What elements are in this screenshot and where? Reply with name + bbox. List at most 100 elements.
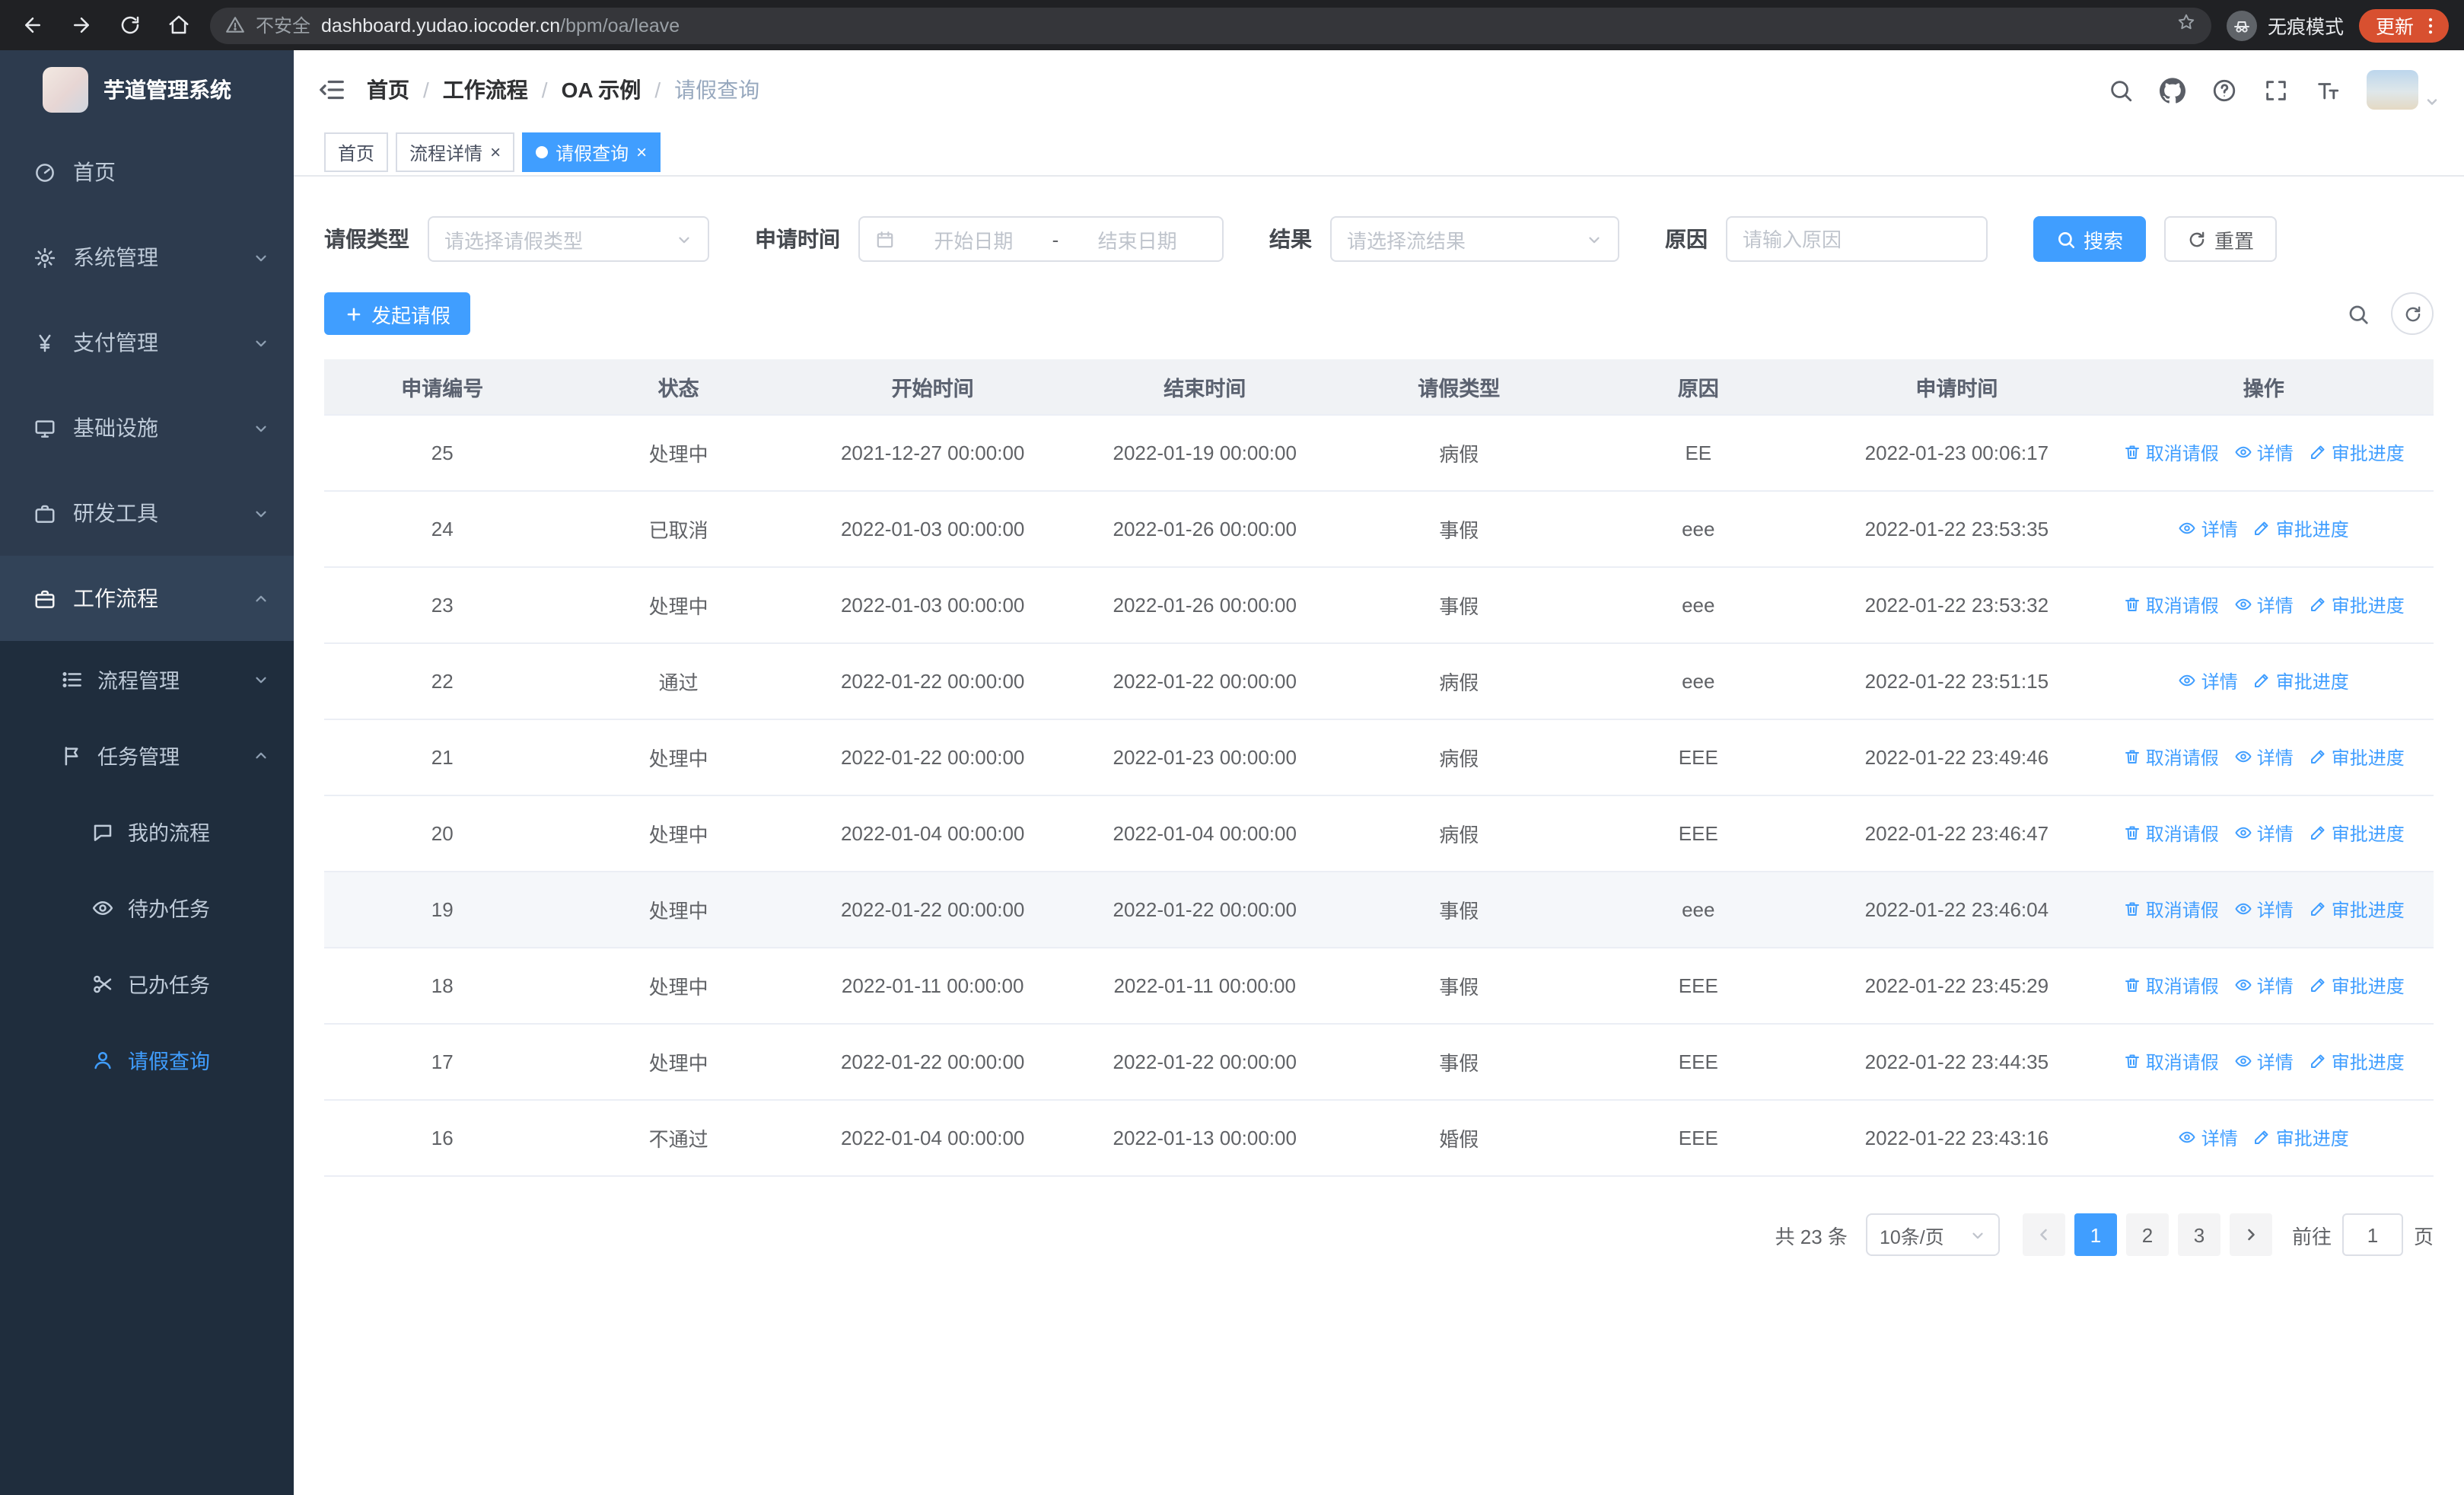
- sidebar-item-process-mgmt[interactable]: 流程管理: [0, 641, 294, 717]
- close-icon[interactable]: [636, 143, 647, 161]
- table-search-button[interactable]: [2347, 302, 2370, 325]
- table-row: 19 处理中 2022-01-22 00:00:00 2022-01-22 00:00…: [324, 872, 2434, 948]
- detail-link[interactable]: 详情: [2179, 516, 2238, 542]
- sidebar-toggle-button[interactable]: [318, 76, 345, 104]
- next-page-button[interactable]: [2229, 1213, 2272, 1256]
- detail-link[interactable]: 详情: [2234, 592, 2294, 618]
- goto-page-input[interactable]: [2341, 1213, 2403, 1256]
- breadcrumb-item-oa-example[interactable]: OA 示例: [562, 75, 641, 105]
- reason-input[interactable]: [1726, 216, 1988, 262]
- detail-link[interactable]: 详情: [2234, 440, 2294, 466]
- detail-link[interactable]: 详情: [2234, 744, 2294, 770]
- sidebar-item-home[interactable]: 首页: [0, 129, 294, 215]
- reset-button[interactable]: 重置: [2164, 216, 2278, 262]
- cancel-leave-link[interactable]: 取消请假: [2123, 592, 2219, 618]
- back-button[interactable]: [15, 8, 49, 42]
- edit-icon: [2255, 522, 2269, 536]
- app-logo-row[interactable]: 芋道管理系统: [0, 50, 294, 129]
- tag-leave-query[interactable]: 请假查询: [522, 132, 661, 172]
- bookmark-star-button[interactable]: [2176, 11, 2196, 39]
- fullscreen-button[interactable]: [2263, 77, 2289, 103]
- tag-home[interactable]: 首页: [324, 132, 389, 172]
- approval-progress-link[interactable]: 审批进度: [2309, 1049, 2405, 1075]
- cell-status: 已取消: [560, 491, 797, 568]
- detail-link[interactable]: 详情: [2234, 1049, 2294, 1075]
- cancel-leave-link[interactable]: 取消请假: [2123, 440, 2219, 466]
- approval-progress-link[interactable]: 审批进度: [2309, 440, 2405, 466]
- page-button-3[interactable]: 3: [2177, 1213, 2220, 1256]
- detail-link[interactable]: 详情: [2234, 821, 2294, 846]
- sidebar-item-leave-query[interactable]: 请假查询: [0, 1022, 294, 1098]
- sidebar-item-payment-mgmt[interactable]: 支付管理: [0, 300, 294, 385]
- sidebar-item-dev-tools[interactable]: 研发工具: [0, 470, 294, 556]
- fullscreen-icon: [2266, 80, 2286, 100]
- create-leave-button[interactable]: 发起请假: [324, 292, 471, 335]
- update-button[interactable]: 更新: [2358, 8, 2449, 42]
- chevron-down-icon: [253, 334, 269, 351]
- close-icon[interactable]: [490, 143, 501, 161]
- sidebar-item-infrastructure[interactable]: 基础设施: [0, 385, 294, 470]
- sidebar-item-my-process[interactable]: 我的流程: [0, 793, 294, 869]
- approval-progress-link[interactable]: 审批进度: [2309, 897, 2405, 923]
- approval-progress-link[interactable]: 审批进度: [2309, 821, 2405, 846]
- apply-time-range-picker[interactable]: 开始日期 - 结束日期: [858, 216, 1224, 262]
- cell-status: 通过: [560, 643, 797, 720]
- cancel-leave-link[interactable]: 取消请假: [2123, 1049, 2219, 1075]
- cell-start-time: 2022-01-22 00:00:00: [796, 719, 1069, 796]
- chat-icon: [91, 820, 114, 843]
- cell-actions: 取消请假 详情 审批进度: [2093, 948, 2434, 1025]
- cell-reason: eee: [1577, 872, 1820, 948]
- font-size-button[interactable]: [2315, 77, 2341, 103]
- breadcrumb-item-home[interactable]: 首页: [367, 75, 409, 105]
- prev-page-button[interactable]: [2022, 1213, 2065, 1256]
- table-refresh-button[interactable]: [2391, 292, 2434, 335]
- approval-progress-link[interactable]: 审批进度: [2253, 1125, 2349, 1151]
- sidebar-item-system-mgmt[interactable]: 系统管理: [0, 215, 294, 300]
- page-button-1[interactable]: 1: [2074, 1213, 2117, 1256]
- search-button[interactable]: 搜索: [2033, 216, 2147, 262]
- reload-button[interactable]: [113, 8, 146, 42]
- result-select[interactable]: 请选择流结果: [1330, 216, 1619, 262]
- breadcrumb-item-workflow[interactable]: 工作流程: [443, 75, 528, 105]
- github-button[interactable]: [2160, 77, 2185, 103]
- edit-icon: [2255, 1131, 2269, 1145]
- url-bar[interactable]: 不安全 dashboard.yudao.iocoder.cn/bpm/oa/le…: [210, 7, 2211, 43]
- eye-icon: [2235, 980, 2252, 991]
- approval-progress-link[interactable]: 审批进度: [2309, 592, 2405, 618]
- approval-progress-link[interactable]: 审批进度: [2309, 973, 2405, 999]
- detail-link[interactable]: 详情: [2234, 897, 2294, 923]
- home-button[interactable]: [161, 8, 195, 42]
- page-button-2[interactable]: 2: [2125, 1213, 2169, 1256]
- cell-start-time: 2022-01-04 00:00:00: [796, 795, 1069, 872]
- help-button[interactable]: [2211, 77, 2237, 103]
- breadcrumb-separator: [654, 78, 661, 102]
- cancel-leave-link[interactable]: 取消请假: [2123, 744, 2219, 770]
- breadcrumb-item-leave-query: 请假查询: [674, 78, 760, 102]
- chevron-down-icon: [1586, 231, 1603, 247]
- cancel-leave-link[interactable]: 取消请假: [2123, 973, 2219, 999]
- sidebar-item-task-mgmt[interactable]: 任务管理: [0, 717, 294, 793]
- home-icon: [168, 15, 188, 34]
- approval-progress-link[interactable]: 审批进度: [2309, 744, 2405, 770]
- cell-status: 处理中: [560, 567, 797, 644]
- cancel-leave-link[interactable]: 取消请假: [2123, 897, 2219, 923]
- cancel-leave-link[interactable]: 取消请假: [2123, 821, 2219, 846]
- approval-progress-link[interactable]: 审批进度: [2253, 668, 2349, 694]
- header-search-button[interactable]: [2108, 77, 2134, 103]
- leave-type-select[interactable]: 请选择请假类型: [428, 216, 709, 262]
- detail-link[interactable]: 详情: [2179, 1125, 2238, 1151]
- sidebar-item-done-tasks[interactable]: 已办任务: [0, 945, 294, 1022]
- cell-reason: eee: [1577, 491, 1820, 568]
- forward-button[interactable]: [64, 8, 97, 42]
- search-button-label: 搜索: [2084, 229, 2124, 252]
- cell-apply-id: 18: [324, 948, 561, 1025]
- detail-link[interactable]: 详情: [2179, 668, 2238, 694]
- sidebar-item-todo-tasks[interactable]: 待办任务: [0, 869, 294, 945]
- detail-link[interactable]: 详情: [2234, 973, 2294, 999]
- sidebar-item-workflow[interactable]: 工作流程: [0, 556, 294, 641]
- user-menu[interactable]: [2367, 70, 2440, 110]
- tag-process-detail[interactable]: 流程详情: [396, 132, 515, 172]
- page-size-select[interactable]: 10条/页: [1865, 1213, 2000, 1256]
- pagination: 共 23 条 10条/页 1 2 3 前往 1 页: [324, 1213, 2434, 1256]
- approval-progress-link[interactable]: 审批进度: [2253, 516, 2349, 542]
